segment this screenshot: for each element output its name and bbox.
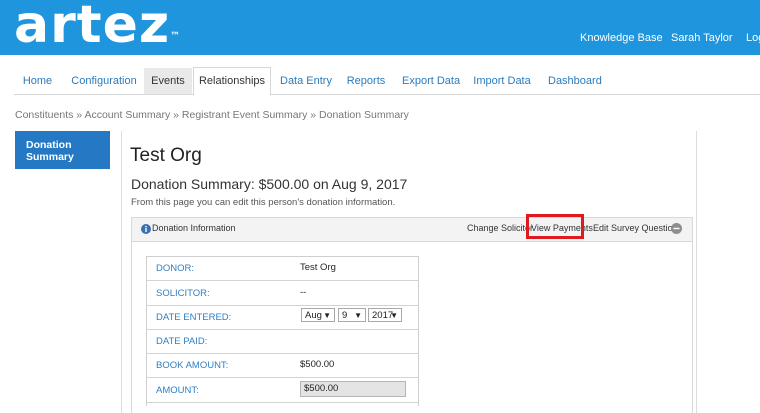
solicitor-value: -- [300, 287, 307, 298]
date-paid-row: DATE PAID: [147, 329, 419, 354]
tab-events[interactable]: Events [144, 68, 192, 94]
logout-link[interactable]: Log [746, 32, 760, 44]
donor-row: DONOR: Test Org [147, 256, 419, 281]
tab-home[interactable]: Home [14, 68, 61, 94]
breadcrumb[interactable]: Constituents » Account Summary » Registr… [15, 109, 409, 121]
tab-export-data[interactable]: Export Data [402, 68, 460, 94]
panel-title: Donation Information [152, 223, 236, 233]
donor-value: Test Org [300, 262, 336, 273]
knowledge-base-link[interactable]: Knowledge Base [580, 32, 663, 44]
page-title: Test Org [130, 145, 202, 166]
change-solicitor-link[interactable]: Change Solicitor [467, 223, 533, 233]
solicitor-row: SOLICITOR: -- [147, 281, 419, 306]
info-icon [141, 224, 151, 234]
collapse-icon[interactable] [671, 223, 682, 234]
main-nav: Home Configuration Events Relationships … [14, 66, 760, 96]
donor-label: DONOR: [156, 263, 194, 274]
page-description: From this page you can edit this person'… [131, 197, 396, 208]
page-subtitle: Donation Summary: $500.00 on Aug 9, 2017 [131, 176, 408, 192]
year-select[interactable]: 2017 ▼ [368, 308, 402, 322]
month-select[interactable]: Aug ▼ [301, 308, 335, 322]
tab-configuration[interactable]: Configuration [70, 68, 138, 94]
book-amount-label: BOOK AMOUNT: [156, 360, 229, 371]
edit-survey-questions-link[interactable]: Edit Survey Questions [593, 223, 682, 233]
book-amount-row: BOOK AMOUNT: $500.00 [147, 353, 419, 378]
day-select[interactable]: 9 ▼ [338, 308, 366, 322]
tab-import-data[interactable]: Import Data [473, 68, 531, 94]
artez-logo[interactable]: artez™ [14, 0, 180, 56]
tab-reports[interactable]: Reports [345, 68, 387, 94]
amount-field[interactable]: $500.00 [300, 381, 406, 397]
view-payments-highlight [526, 214, 584, 239]
tab-data-entry[interactable]: Data Entry [280, 68, 332, 94]
tab-dashboard[interactable]: Dashboard [548, 68, 602, 94]
date-entered-label: DATE ENTERED: [156, 312, 232, 323]
solicitor-label: SOLICITOR: [156, 288, 210, 299]
amount-label: AMOUNT: [156, 385, 199, 396]
sidebar-item-donation-summary[interactable]: Donation Summary [15, 131, 110, 169]
user-name-link[interactable]: Sarah Taylor [671, 32, 733, 44]
date-paid-label: DATE PAID: [156, 336, 208, 347]
book-amount-value: $500.00 [300, 359, 335, 370]
top-bar: artez™ Knowledge Base Sarah Taylor Log [0, 0, 760, 55]
tab-relationships[interactable]: Relationships [193, 67, 271, 96]
